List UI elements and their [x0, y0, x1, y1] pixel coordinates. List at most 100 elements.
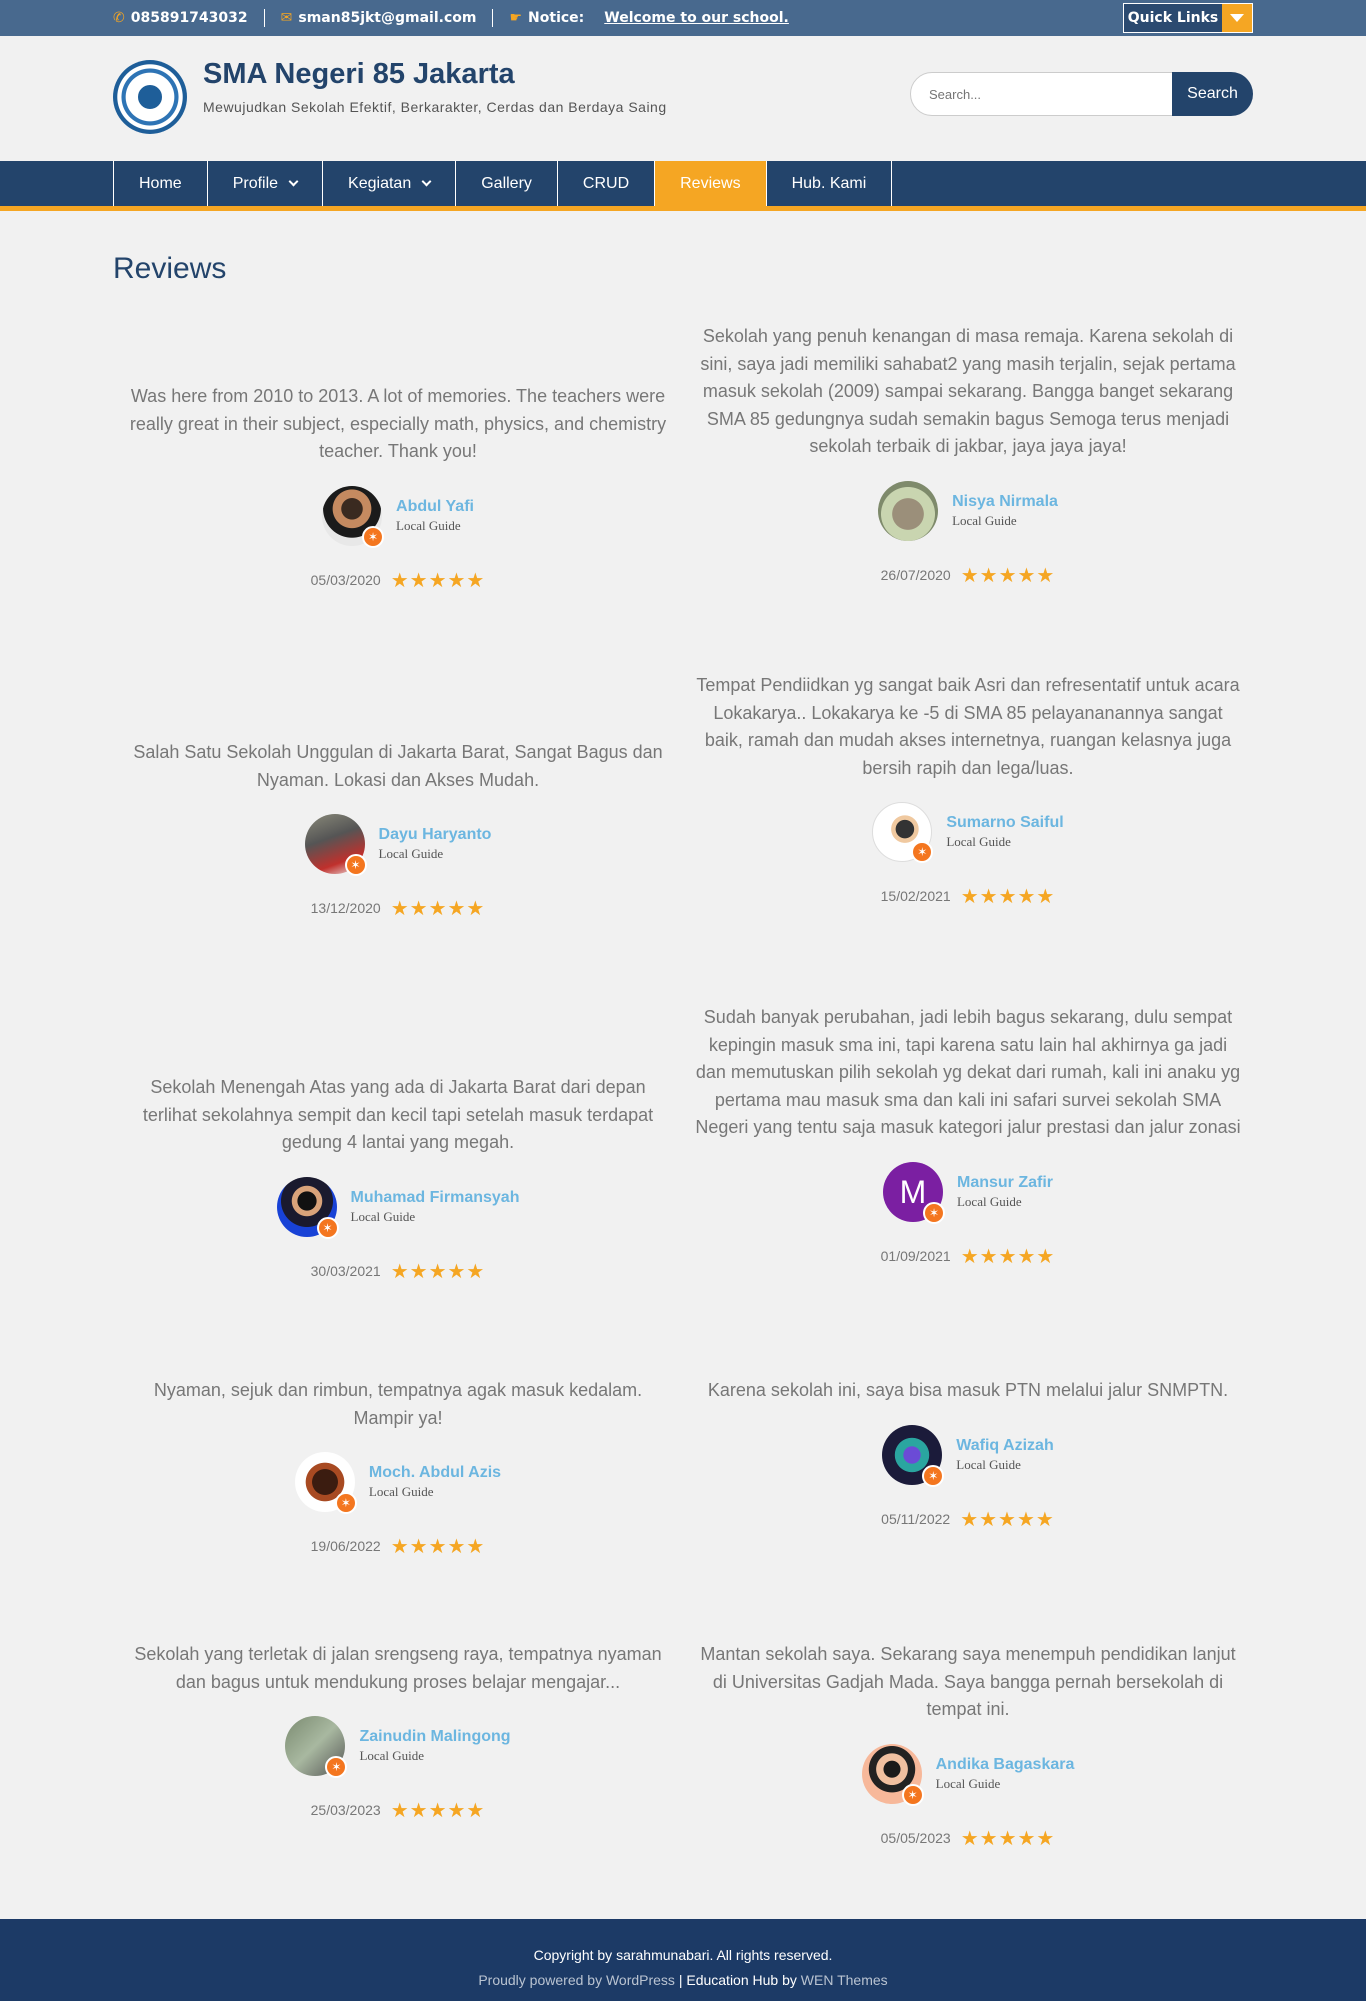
reviewer-level: Local Guide [956, 1456, 1021, 1472]
review-date: 30/03/2021 [310, 1262, 381, 1279]
phone-contact[interactable]: ✆ 085891743032 [113, 10, 248, 26]
review-author: ✶ Sumarno Saiful Local Guide [693, 802, 1243, 863]
review-card: Nyaman, sejuk dan rimbun, tempatnya agak… [123, 1377, 673, 1558]
reviewer-name[interactable]: Zainudin Malingong [359, 1728, 510, 1746]
reviewer-name[interactable]: Moch. Abdul Azis [369, 1464, 501, 1482]
nav-item-profile[interactable]: Profile [208, 161, 324, 206]
avatar[interactable]: ✶ [304, 814, 367, 876]
review-author: ✶ Zainudin Malingong Local Guide [123, 1716, 673, 1778]
review-card: Was here from 2010 to 2013. A lot of mem… [123, 383, 673, 592]
wordpress-link[interactable]: Proudly powered by WordPress [478, 1972, 675, 1988]
notice-link[interactable]: Welcome to our school. [604, 10, 789, 26]
review-author: ✶ Andika Bagaskara Local Guide [693, 1743, 1243, 1806]
nav-item-home[interactable]: Home [114, 161, 208, 206]
nav-label: Home [139, 174, 182, 192]
review-text: Salah Satu Sekolah Unggulan di Jakarta B… [133, 742, 663, 790]
local-guide-badge-icon: ✶ [911, 841, 934, 863]
nav-item-gallery[interactable]: Gallery [456, 161, 558, 206]
review-date: 05/05/2023 [880, 1829, 951, 1846]
nav-item-hub-kami[interactable]: Hub. Kami [767, 161, 893, 206]
nav-item-reviews[interactable]: Reviews [655, 161, 767, 206]
review-text: Mantan sekolah saya. Sekarang saya menem… [700, 1644, 1236, 1719]
site-footer: Copyright by sarahmunabari. All rights r… [0, 1919, 1366, 2001]
reviewer-name[interactable]: Muhamad Firmansyah [351, 1189, 520, 1207]
reviewer-name[interactable]: Abdul Yafi [396, 498, 474, 516]
local-guide-badge-icon: ✶ [344, 854, 367, 876]
site-title[interactable]: SMA Negeri 85 Jakarta [203, 58, 515, 91]
local-guide-badge-icon: ✶ [325, 1756, 348, 1778]
review-author: ✶ Wafiq Azizah Local Guide [693, 1424, 1243, 1487]
avatar[interactable]: ✶ [861, 1743, 924, 1806]
review-date: 15/02/2021 [880, 888, 951, 904]
reviewer-name[interactable]: Andika Bagaskara [936, 1756, 1075, 1774]
quick-links-dropdown[interactable]: Quick Links [1123, 3, 1253, 33]
avatar[interactable]: ✶ [285, 1716, 348, 1778]
review-card: Sekolah yang terletak di jalan srengseng… [123, 1641, 673, 1822]
search-input[interactable] [910, 72, 1175, 116]
review-date: 05/11/2022 [881, 1510, 951, 1527]
review-card: Sekolah yang penuh kenangan di masa rema… [693, 323, 1243, 587]
email-contact[interactable]: ✉ sman85jkt@gmail.com [281, 10, 477, 26]
review-text: Was here from 2010 to 2013. A lot of mem… [129, 386, 667, 461]
school-logo[interactable] [113, 60, 187, 134]
star-rating-icon: ★★★★★ [960, 562, 1056, 587]
thumbs-up-icon: ☛ [509, 10, 523, 26]
reviewer-name[interactable]: Dayu Haryanto [379, 826, 492, 844]
nav-label: Kegiatan [348, 174, 412, 192]
star-rating-icon: ★★★★★ [390, 1798, 486, 1822]
avatar[interactable]: ✶ [322, 485, 385, 548]
review-text: Sekolah yang terletak di jalan srengseng… [134, 1644, 662, 1692]
nav-item-kegiatan[interactable]: Kegiatan [323, 161, 457, 206]
avatar[interactable]: ✶ [276, 1176, 339, 1239]
local-guide-badge-icon: ✶ [334, 1492, 357, 1514]
review-date: 13/12/2020 [310, 900, 381, 916]
avatar[interactable]: ✶ [294, 1452, 357, 1514]
star-rating-icon: ★★★★★ [960, 1243, 1056, 1268]
star-rating-icon: ★★★★★ [390, 1534, 486, 1558]
search-button[interactable]: Search [1172, 72, 1253, 116]
avatar[interactable]: M ✶ [882, 1161, 945, 1224]
reviewer-level: Local Guide [359, 1748, 425, 1763]
star-rating-icon: ★★★★★ [960, 1506, 1055, 1531]
nav-label: Gallery [481, 174, 532, 192]
star-rating-icon: ★★★★★ [390, 1258, 486, 1283]
reviewer-level: Local Guide [946, 834, 1011, 849]
reviewer-name[interactable]: Mansur Zafir [957, 1174, 1053, 1192]
reviewer-name[interactable]: Nisya Nirmala [952, 493, 1058, 511]
nav-item-crud[interactable]: CRUD [558, 161, 656, 206]
email-address: sman85jkt@gmail.com [298, 10, 477, 26]
review-author: ✶ Dayu Haryanto Local Guide [123, 814, 673, 876]
star-rating-icon: ★★★★★ [390, 896, 486, 920]
review-date: 05/03/2020 [310, 571, 381, 588]
chevron-down-icon[interactable] [1222, 4, 1252, 32]
local-guide-badge-icon: ✶ [922, 1464, 945, 1487]
phone-icon: ✆ [113, 10, 125, 26]
review-card: Sudah banyak perubahan, jadi lebih bagus… [693, 1004, 1243, 1268]
page-title: Reviews [113, 252, 227, 285]
review-text: Sudah banyak perubahan, jadi lebih bagus… [695, 1007, 1241, 1137]
nav-label: Hub. Kami [791, 174, 867, 192]
review-text: Tempat Pendiidkan yg sangat baik Asri da… [696, 675, 1240, 778]
reviewer-name[interactable]: Wafiq Azizah [956, 1437, 1053, 1455]
reviewer-level: Local Guide [396, 517, 461, 533]
review-date: 01/09/2021 [880, 1247, 951, 1264]
nav-label: CRUD [582, 174, 630, 192]
avatar-initial: M [899, 1173, 927, 1210]
star-rating-icon: ★★★★★ [960, 884, 1056, 908]
review-author: M ✶ Mansur Zafir Local Guide [693, 1161, 1243, 1224]
avatar[interactable]: ✶ [872, 802, 934, 863]
review-text: Karena sekolah ini, saya bisa masuk PTN … [707, 1380, 1229, 1400]
review-text: Nyaman, sejuk dan rimbun, tempatnya agak… [153, 1380, 643, 1428]
nav-label: Reviews [680, 174, 741, 192]
reviewer-name[interactable]: Sumarno Saiful [946, 814, 1063, 832]
reviewer-level: Local Guide [952, 512, 1017, 528]
theme-author-link[interactable]: WEN Themes [801, 1972, 888, 1988]
by-text: by [782, 1972, 797, 1988]
avatar[interactable] [878, 480, 939, 541]
review-date: 19/06/2022 [310, 1538, 381, 1554]
local-guide-badge-icon: ✶ [901, 1783, 924, 1806]
envelope-icon: ✉ [280, 10, 293, 26]
quick-links-label: Quick Links [1127, 10, 1219, 26]
review-text: Sekolah Menengah Atas yang ada di Jakart… [142, 1077, 654, 1152]
avatar[interactable]: ✶ [882, 1424, 945, 1487]
